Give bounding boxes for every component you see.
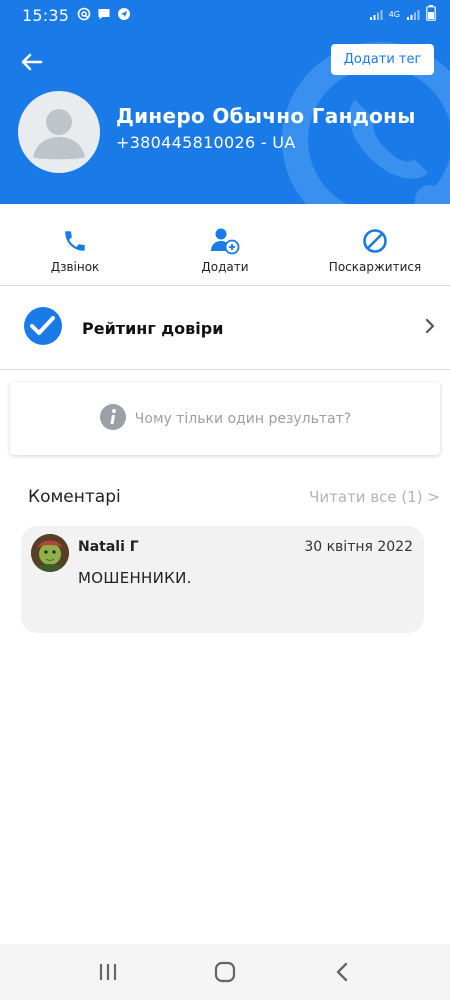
signal-icon bbox=[369, 6, 383, 25]
commenter-avatar bbox=[31, 534, 69, 572]
contact-phone: +380445810026 - UA bbox=[116, 133, 296, 152]
back-button[interactable] bbox=[18, 48, 46, 76]
signal-icon-2 bbox=[406, 6, 420, 25]
back-icon[interactable] bbox=[322, 952, 362, 992]
avatar bbox=[18, 91, 100, 173]
status-icons-left bbox=[77, 6, 131, 25]
message-icon bbox=[97, 6, 111, 25]
comments-title: Коментарі bbox=[28, 487, 121, 507]
contact-name: Динеро Обычно Гандоны bbox=[116, 104, 416, 128]
comment-card: Natali Г 30 квітня 2022 МОШЕННИКИ. bbox=[21, 526, 424, 633]
contact-actions: Дзвінок Додати Поскаржитися bbox=[0, 204, 450, 286]
call-action[interactable]: Дзвінок bbox=[0, 204, 150, 285]
trust-rating-label: Рейтинг довіри bbox=[82, 318, 224, 338]
add-contact-label: Додати bbox=[201, 260, 249, 274]
add-contact-icon bbox=[210, 226, 240, 256]
phone-icon bbox=[62, 226, 88, 256]
status-bar: 15:35 4G bbox=[0, 0, 450, 30]
why-one-result-card[interactable]: Чому тільки один результат? bbox=[10, 382, 440, 455]
block-icon bbox=[362, 226, 388, 256]
report-action[interactable]: Поскаржитися bbox=[300, 204, 450, 285]
trust-rating-row[interactable]: Рейтинг довіри bbox=[0, 287, 450, 370]
comment-date: 30 квітня 2022 bbox=[304, 539, 413, 555]
why-one-result-text: Чому тільки один результат? bbox=[134, 410, 352, 427]
battery-icon bbox=[426, 5, 436, 25]
chevron-right-icon bbox=[424, 318, 436, 338]
comment-author: Natali Г bbox=[78, 539, 139, 555]
status-icons-right: 4G bbox=[369, 5, 436, 25]
comment-text: МОШЕННИКИ. bbox=[78, 569, 192, 587]
add-contact-action[interactable]: Додати bbox=[150, 204, 300, 285]
info-icon bbox=[99, 403, 127, 435]
check-badge-icon bbox=[22, 305, 64, 351]
add-tag-button[interactable]: Додати тег bbox=[331, 44, 434, 75]
system-nav-bar bbox=[0, 944, 450, 1000]
call-label: Дзвінок bbox=[50, 260, 100, 274]
read-all-comments-link[interactable]: Читати все (1) > bbox=[309, 488, 440, 506]
home-icon[interactable] bbox=[205, 952, 245, 992]
report-label: Поскаржитися bbox=[328, 260, 422, 274]
status-time: 15:35 bbox=[22, 5, 70, 25]
contact-header: Додати тег Динеро Обычно Гандоны +380445… bbox=[0, 30, 450, 204]
network-type: 4G bbox=[388, 10, 400, 19]
navigation-icon bbox=[117, 6, 131, 25]
recent-apps-icon[interactable] bbox=[88, 952, 128, 992]
at-sign-icon bbox=[77, 6, 91, 25]
